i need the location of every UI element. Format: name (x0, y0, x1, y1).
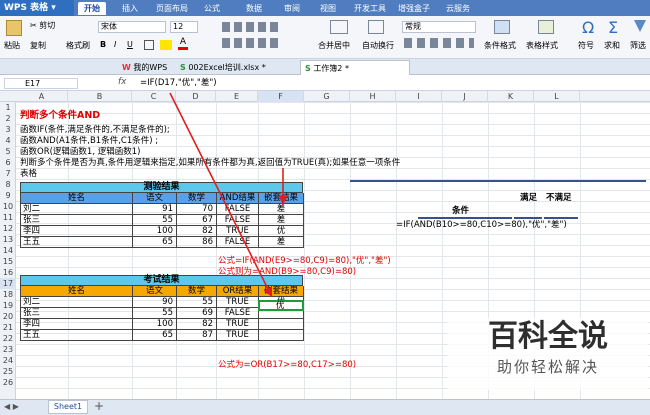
watermark-main: 百科全说 (488, 319, 608, 354)
sheet-nav-arrows[interactable]: ◀ ▶ (4, 402, 19, 411)
add-sheet-icon[interactable]: + (94, 399, 104, 413)
sheet-tab-sheet1[interactable]: Sheet1 (48, 400, 88, 414)
watermark: 百科全说 助你轻松解决 (448, 318, 648, 390)
watermark-sub: 助你轻松解决 (496, 358, 599, 376)
arrow-line (169, 92, 273, 298)
selected-cell-value: 优 (276, 301, 285, 311)
